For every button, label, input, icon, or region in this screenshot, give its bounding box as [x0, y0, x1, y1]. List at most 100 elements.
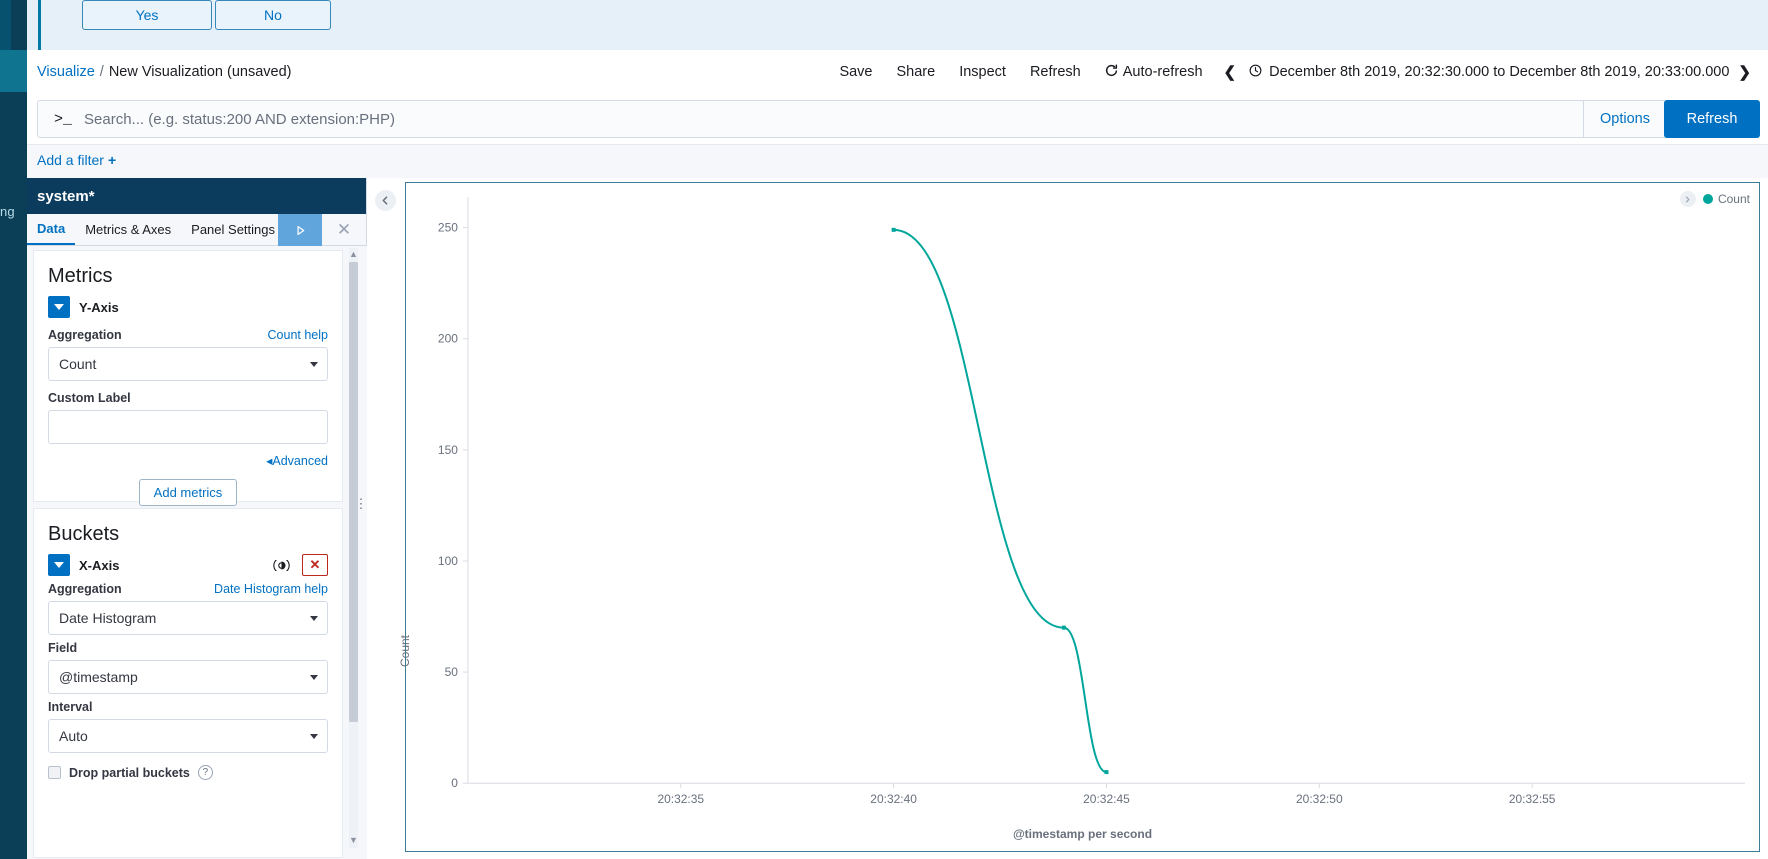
x-axis-agg-row: X-Axis ✕ — [34, 552, 342, 576]
plus-icon: + — [107, 152, 117, 168]
buckets-field-row: Field @timestamp — [34, 635, 342, 694]
console-prompt-icon: >_ — [54, 110, 73, 128]
banner-accent-bar — [38, 0, 41, 50]
scroll-up-icon[interactable]: ▲ — [349, 248, 358, 260]
query-options-button[interactable]: Options — [1583, 101, 1666, 137]
buckets-interval-select[interactable]: Auto — [48, 719, 328, 753]
drag-dots-icon: ⋮ — [354, 496, 368, 511]
buckets-field-select[interactable]: @timestamp — [48, 660, 328, 694]
apply-changes-button[interactable] — [278, 214, 322, 246]
query-bar: >_ Options Refresh — [27, 96, 1768, 144]
auto-refresh-label: Auto-refresh — [1122, 64, 1203, 80]
x-axis-title: @timestamp per second — [1012, 827, 1153, 841]
drop-partial-buckets-row: Drop partial buckets ? — [34, 753, 342, 780]
breadcrumb-separator: / — [99, 64, 104, 80]
svg-text:20:32:35: 20:32:35 — [657, 792, 704, 806]
y-axis-collapse-toggle[interactable] — [48, 296, 70, 318]
buckets-aggregation-label: Aggregation — [48, 582, 122, 596]
drop-partial-buckets-checkbox[interactable] — [48, 766, 61, 779]
metrics-aggregation-value: Count — [59, 356, 97, 372]
buckets-field-value: @timestamp — [59, 669, 138, 685]
chevron-right-icon[interactable]: ❯ — [1729, 63, 1760, 81]
svg-text:250: 250 — [438, 221, 458, 235]
visualization-editor-panel: system* Data Metrics & Axes Panel Settin… — [27, 178, 367, 859]
chevron-down-icon — [54, 562, 64, 568]
rail-segment-active[interactable] — [0, 50, 27, 92]
share-button[interactable]: Share — [885, 64, 948, 80]
line-chart-svg[interactable]: 0 50 100 150 200 250 20:32:35 20:32:40 20:32:45 2… — [406, 183, 1759, 851]
no-button[interactable]: No — [215, 0, 331, 30]
tab-data[interactable]: Data — [27, 214, 76, 245]
yes-button[interactable]: Yes — [82, 0, 212, 30]
buckets-interval-label: Interval — [48, 700, 93, 714]
advanced-label: Advanced — [272, 454, 328, 468]
close-editor-button[interactable]: ✕ — [322, 214, 366, 246]
remove-bucket-button[interactable]: ✕ — [302, 554, 328, 576]
metrics-section-title: Metrics — [48, 265, 113, 287]
breadcrumb-visualize[interactable]: Visualize — [37, 64, 95, 80]
collapse-editor-button[interactable] — [375, 190, 396, 211]
buckets-aggregation-select[interactable]: Date Histogram — [48, 601, 328, 635]
buckets-aggregation-value: Date Histogram — [59, 610, 157, 626]
global-nav-rail[interactable]: ng — [0, 0, 27, 859]
svg-text:20:32:55: 20:32:55 — [1509, 792, 1556, 806]
rail-partial-label: ng — [0, 204, 15, 219]
advanced-toggle[interactable]: ◂Advanced — [266, 454, 328, 468]
search-input[interactable] — [80, 110, 1584, 128]
query-refresh-button[interactable]: Refresh — [1664, 100, 1760, 138]
chevron-down-icon — [54, 304, 64, 310]
svg-text:100: 100 — [438, 554, 458, 568]
breadcrumb: Visualize / New Visualization (unsaved) — [37, 64, 292, 80]
date-range-picker[interactable]: December 8th 2019, 20:32:30.000 to Decem… — [1245, 64, 1729, 80]
y-axis-agg-row: Y-Axis — [34, 294, 342, 318]
question-icon[interactable]: ? — [197, 765, 213, 780]
chart-container: Count 0 50 100 150 200 250 20:32:35 20:32:40 20:… — [398, 182, 1760, 852]
metrics-card: Metrics Y-Axis Aggregation Count help Co… — [33, 250, 343, 506]
metrics-custom-label-row: Custom Label — [34, 381, 342, 444]
top-nav: Visualize / New Visualization (unsaved) Sa… — [27, 50, 1768, 96]
x-axis-label: X-Axis — [79, 557, 120, 573]
buckets-card: Buckets X-Axis ✕ Aggregation Date Histog… — [33, 508, 343, 858]
editor-tabs: Data Metrics & Axes Panel Settings ✕ — [27, 214, 366, 246]
refresh-button[interactable]: Refresh — [1018, 64, 1093, 80]
buckets-interval-row: Interval Auto — [34, 694, 342, 753]
date-histogram-help-link[interactable]: Date Histogram help — [214, 582, 328, 596]
refresh-icon — [1105, 63, 1118, 81]
search-input-wrapper[interactable]: >_ Options — [37, 100, 1667, 138]
tab-metrics-axes[interactable]: Metrics & Axes — [75, 214, 181, 245]
auto-refresh-button[interactable]: Auto-refresh — [1093, 63, 1215, 81]
buckets-interval-value: Auto — [59, 728, 88, 744]
custom-label-input[interactable] — [48, 410, 328, 444]
x-axis-collapse-toggle[interactable] — [48, 554, 70, 576]
add-filter-label: Add a filter — [37, 152, 104, 168]
tab-panel-settings[interactable]: Panel Settings — [181, 214, 285, 245]
clock-icon — [1249, 64, 1262, 80]
advanced-row: ◂Advanced — [34, 444, 342, 470]
scroll-down-icon[interactable]: ▼ — [349, 834, 358, 846]
svg-text:200: 200 — [438, 332, 458, 346]
drop-partial-buckets-label: Drop partial buckets — [69, 765, 190, 780]
visualization-panel: Count 0 50 100 150 200 250 20:32:35 20:32:40 20:… — [367, 178, 1768, 859]
svg-text:50: 50 — [445, 665, 459, 679]
metrics-aggregation-label: Aggregation — [48, 328, 122, 342]
svg-text:0: 0 — [451, 776, 458, 790]
save-button[interactable]: Save — [827, 64, 884, 80]
y-axis-title: Count — [398, 634, 412, 667]
svg-text:150: 150 — [438, 443, 458, 457]
prompt-banner: Yes No — [27, 0, 1768, 50]
metrics-aggregation-select[interactable]: Count — [48, 347, 328, 381]
buckets-field-label: Field — [48, 641, 78, 655]
top-nav-actions: Save Share Inspect Refresh Auto-refresh … — [827, 63, 1760, 81]
inspect-button[interactable]: Inspect — [947, 64, 1018, 80]
visibility-toggle-icon[interactable] — [269, 554, 293, 576]
add-metrics-button[interactable]: Add metrics — [138, 479, 238, 506]
count-help-link[interactable]: Count help — [268, 328, 328, 342]
chevron-down-icon — [310, 733, 318, 739]
editor-scroll-area: Metrics Y-Axis Aggregation Count help Co… — [27, 246, 367, 859]
buckets-aggregation-row: Aggregation Date Histogram help Date His… — [34, 576, 342, 635]
custom-label-label: Custom Label — [48, 391, 131, 405]
rail-segment-top-right — [11, 0, 27, 50]
add-filter-button[interactable]: Add a filter + — [37, 152, 116, 168]
panel-resize-handle[interactable]: ⋮ — [354, 490, 368, 518]
chevron-left-icon[interactable]: ❮ — [1215, 63, 1246, 81]
